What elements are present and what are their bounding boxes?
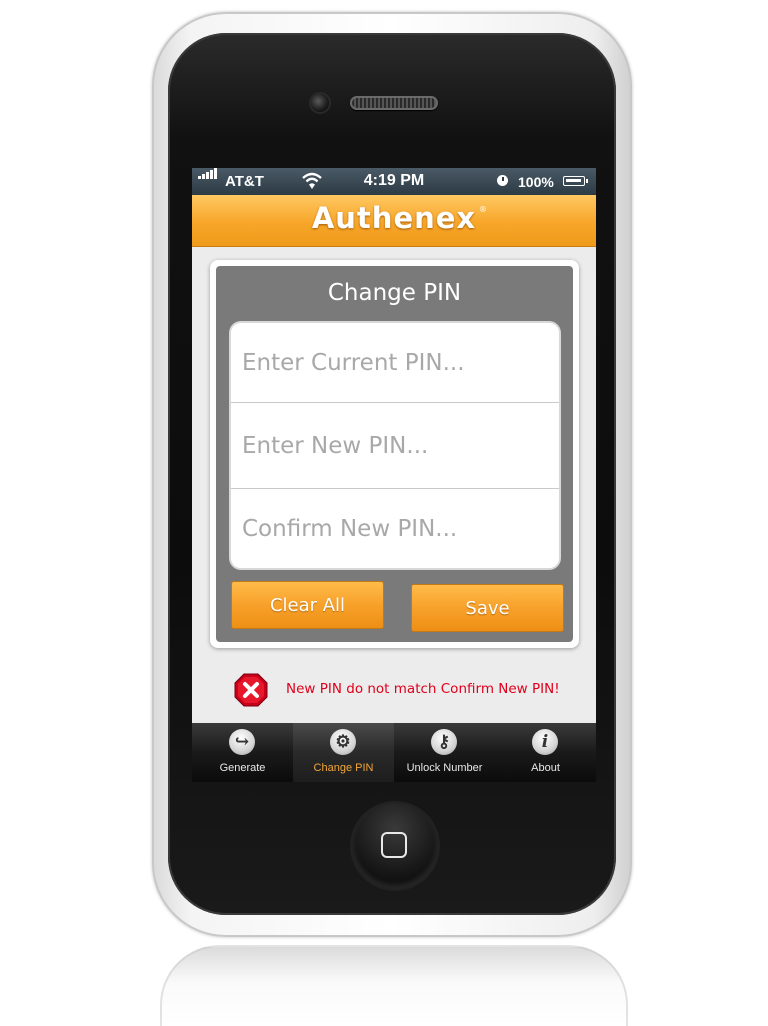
tab-label: About — [531, 762, 560, 774]
gear-icon: ⚙ — [330, 729, 356, 755]
tab-about[interactable]: i About — [495, 723, 596, 782]
authenex-logo: Authenex — [311, 201, 477, 235]
tab-bar: ↪ Generate ⚙ Change PIN ⚷ Unlock Number … — [192, 723, 596, 782]
key-icon: ⚷ — [431, 729, 457, 755]
error-message-row: New PIN do not match Confirm New PIN! — [192, 662, 596, 707]
front-camera — [311, 94, 329, 112]
new-pin-input[interactable] — [231, 403, 559, 489]
main-content: Change PIN Clear All Save New PIN do not… — [192, 247, 596, 723]
tab-label: Unlock Number — [406, 762, 483, 774]
clear-all-button[interactable]: Clear All — [231, 581, 384, 629]
change-pin-panel-inner: Change PIN Clear All Save — [216, 266, 573, 642]
tab-label: Generate — [219, 762, 266, 774]
confirm-pin-input[interactable] — [231, 489, 559, 568]
change-pin-panel: Change PIN Clear All Save — [210, 260, 579, 648]
error-x-icon — [234, 673, 268, 707]
home-button[interactable] — [352, 803, 438, 889]
app-header: Authenex ® — [192, 195, 596, 247]
earpiece-speaker — [350, 96, 438, 110]
current-pin-input[interactable] — [231, 323, 559, 403]
alarm-clock-icon — [497, 175, 508, 186]
battery-icon — [563, 176, 588, 186]
tab-change-pin[interactable]: ⚙ Change PIN — [293, 723, 394, 782]
status-bar: AT&T 4:19 PM 100% — [192, 168, 596, 195]
tab-generate[interactable]: ↪ Generate — [192, 723, 293, 782]
battery-percent: 100% — [518, 174, 554, 190]
info-icon: i — [532, 729, 558, 755]
tab-unlock-number[interactable]: ⚷ Unlock Number — [394, 723, 495, 782]
generate-arrow-icon: ↪ — [229, 729, 255, 755]
save-button[interactable]: Save — [411, 584, 564, 632]
error-message: New PIN do not match Confirm New PIN! — [286, 681, 560, 697]
home-square-icon — [381, 832, 407, 858]
tab-label: Change PIN — [313, 762, 374, 774]
phone-screen: AT&T 4:19 PM 100% Authenex ® Change PIN … — [192, 168, 596, 782]
phone-reflection — [160, 945, 628, 1026]
registered-mark: ® — [479, 205, 487, 214]
panel-title: Change PIN — [327, 280, 462, 306]
pin-fields-group — [231, 323, 559, 568]
